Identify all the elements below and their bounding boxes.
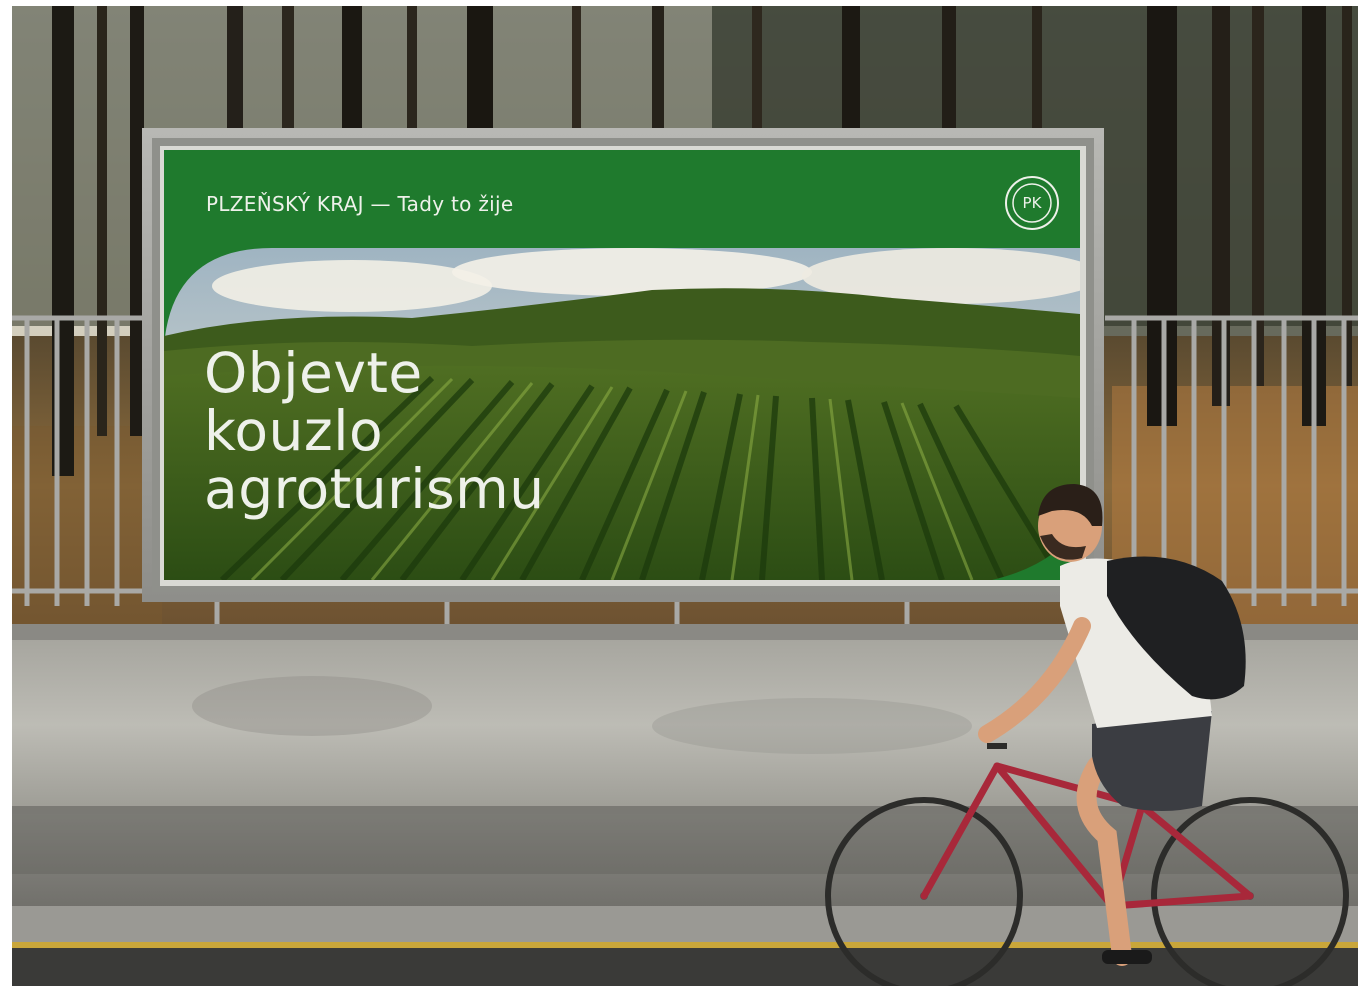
headline-line-2: kouzlo — [204, 399, 384, 463]
headline-line-1: Objevte — [204, 341, 423, 405]
headline-line-3: agroturismu — [204, 457, 545, 521]
billboard-header: PLZEŇSKÝ KRAJ — Tady to žije — [206, 192, 514, 216]
billboard-headline: Objevte kouzlo agroturismu — [204, 344, 545, 518]
photo-scene: PLZEŇSKÝ KRAJ — Tady to žije PK Objevte … — [12, 6, 1358, 986]
pk-logo: PK — [1022, 194, 1042, 212]
